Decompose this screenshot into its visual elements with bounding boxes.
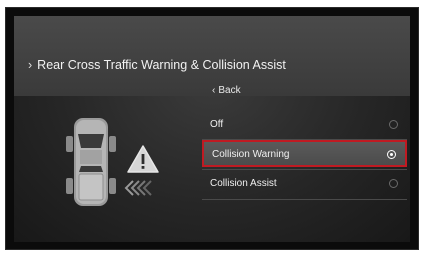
divider bbox=[202, 169, 407, 170]
option-collision-assist-label: Collision Assist bbox=[210, 178, 277, 189]
display-bezel: › Rear Cross Traffic Warning & Collision … bbox=[5, 7, 419, 250]
back-label: Back bbox=[218, 85, 241, 96]
back-button[interactable]: ‹ Back bbox=[212, 85, 241, 96]
page-title: › Rear Cross Traffic Warning & Collision … bbox=[28, 58, 286, 72]
cross-traffic-arrows-icon bbox=[124, 180, 152, 196]
option-collision-warning[interactable]: Collision Warning bbox=[202, 140, 407, 167]
vehicle-top-view-icon bbox=[66, 118, 116, 206]
divider bbox=[202, 199, 407, 200]
option-off-label: Off bbox=[210, 119, 224, 130]
option-collision-warning-radio[interactable] bbox=[387, 150, 396, 159]
chevron-right-icon: › bbox=[28, 58, 33, 72]
option-collision-assist-radio[interactable] bbox=[389, 179, 398, 188]
option-collision-warning-label: Collision Warning bbox=[212, 149, 290, 160]
option-off-radio[interactable] bbox=[389, 120, 398, 129]
option-off[interactable]: Off bbox=[202, 112, 407, 139]
chevron-left-icon: ‹ bbox=[212, 85, 216, 96]
option-collision-assist[interactable]: Collision Assist bbox=[202, 171, 407, 198]
settings-screen: › Rear Cross Traffic Warning & Collision … bbox=[14, 16, 410, 242]
title-bar bbox=[14, 16, 410, 96]
page-title-text: Rear Cross Traffic Warning & Collision A… bbox=[37, 58, 286, 72]
warning-triangle-icon bbox=[127, 145, 159, 173]
